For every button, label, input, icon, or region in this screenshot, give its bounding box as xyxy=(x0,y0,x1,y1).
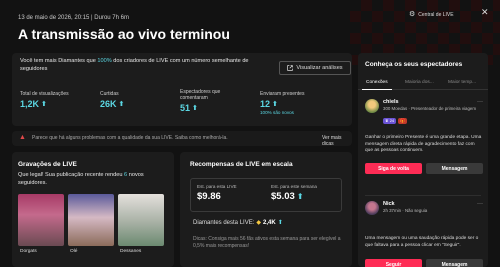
recording-caption: Olé xyxy=(70,249,78,254)
quality-notice: ▲ Parece que há alguns problemas com a q… xyxy=(12,131,352,147)
active-tab-indicator xyxy=(362,89,392,90)
live-summary-page: 13 de maio de 2026, 20:15 | Durou 7h 6m … xyxy=(0,0,500,267)
follow-back-button[interactable]: Siga de volta xyxy=(365,163,422,174)
recordings-description: Que legal! Sua publicação recente rendeu… xyxy=(18,172,144,186)
live-rewards-card: Recompensas de LIVE em escala Est. para … xyxy=(180,152,352,267)
tab-connections[interactable]: Conexões xyxy=(366,80,388,85)
viewer-subtitle: 300 Moedas · Presenteador de primeira vi… xyxy=(383,106,476,111)
external-link-icon xyxy=(287,65,294,71)
rewards-title: Recompensas de LIVE em escala xyxy=(190,161,293,168)
page-title: A transmissão ao vivo terminou xyxy=(18,26,230,42)
diamonds-label: Diamantes desta LIVE: xyxy=(193,219,255,226)
stat-likes: Curtidas 26K ⬆ xyxy=(100,91,125,109)
recording-thumbnail[interactable] xyxy=(18,194,64,246)
tab-longest[interactable]: Maior temp... xyxy=(448,80,476,85)
spectator-tabs: Conexões Maioria dos... Maior temp... xyxy=(358,78,488,90)
arrow-up-icon: ⬆ xyxy=(272,101,278,108)
gear-icon: ⚙ xyxy=(409,11,416,18)
recording-caption: Dorgats xyxy=(20,249,37,254)
close-icon[interactable]: ✕ xyxy=(481,8,489,17)
rewards-tip: Dicas: Consiga mais 56 fãs ativos esta s… xyxy=(193,236,341,249)
recording-thumbnail[interactable] xyxy=(68,194,114,246)
follow-button[interactable]: Seguir xyxy=(365,259,422,267)
avatar[interactable] xyxy=(365,201,379,215)
viewer-card: Nick 2h 37min · Não seguia ··· Uma mensa… xyxy=(365,201,483,267)
diamonds-row: Diamantes desta LIVE: ◆ 2,4K ⬆ xyxy=(193,219,283,227)
live-recordings-card: Gravações de LIVE Que legal! Sua publica… xyxy=(12,152,174,267)
stream-date: 13 de maio de 2026, 20:15 | Durou 7h 6m xyxy=(18,15,129,21)
estimate-live-value: $9.86 xyxy=(197,191,221,202)
recordings-title: Gravações de LIVE xyxy=(18,161,77,168)
viewer-card: chiels 300 Moedas · Presenteador de prim… xyxy=(365,99,483,189)
stat-commenters: Espectadores que comentaram 51 ⬆ xyxy=(180,89,221,113)
arrow-up-icon: ⬆ xyxy=(277,220,283,226)
viewer-suggestion: Ganhar o primeiro Presente é uma grande … xyxy=(365,135,482,153)
stat-total-views: Total de visualizações 1,2K ⬆ xyxy=(20,91,69,109)
diamonds-value: 2,4K xyxy=(263,219,276,226)
diamond-icon: ◆ xyxy=(256,220,261,226)
view-analytics-button[interactable]: Visualizar análises xyxy=(279,61,351,75)
stat-gifters: Enviaram presentes 12 ⬆ 100% são novos xyxy=(260,91,305,115)
viewer-subtitle: 2h 37min · Não seguia xyxy=(383,208,428,213)
arrow-up-icon: ⬆ xyxy=(192,105,198,112)
spectators-panel: Conheça os seus espectadores Conexões Ma… xyxy=(358,53,488,267)
level-badge: ♛ 24 xyxy=(383,118,397,124)
live-center-link[interactable]: ⚙ Central de LIVE xyxy=(409,11,454,18)
viewer-suggestion: Uma mensagem ou uma saudação rápida pode… xyxy=(365,236,479,248)
recording-caption: Dessanes xyxy=(120,249,142,254)
message-button[interactable]: Mensagem xyxy=(426,163,483,174)
analytics-summary: Você tem mais Diamantes que 100% dos cri… xyxy=(20,58,249,72)
arrow-up-icon: ⬆ xyxy=(296,192,304,201)
notice-message: Parece que há alguns problemas com a qua… xyxy=(32,135,228,141)
viewer-badges: ♛ 24 🎁 xyxy=(383,118,408,124)
spectators-title: Conheça os seus espectadores xyxy=(365,61,463,68)
more-options-icon[interactable]: ··· xyxy=(477,201,483,207)
recording-thumbnail[interactable] xyxy=(118,194,164,246)
rewards-estimates: Est. para esta LIVE $9.86 Est. para este… xyxy=(190,178,342,212)
gift-badge: 🎁 xyxy=(398,118,408,124)
estimate-week-value: $5.03 xyxy=(271,191,295,202)
warning-icon: ▲ xyxy=(19,134,26,141)
more-tips-link[interactable]: Ver mais dicas xyxy=(322,135,352,147)
arrow-up-icon: ⬆ xyxy=(118,101,125,108)
estimate-week-label: Est. para este semana xyxy=(271,184,317,189)
viewer-name[interactable]: Nick xyxy=(383,201,395,207)
viewer-name[interactable]: chiels xyxy=(383,99,399,105)
arrow-up-icon: ⬆ xyxy=(41,101,47,108)
divider xyxy=(365,195,481,196)
estimate-live-label: Est. para esta LIVE xyxy=(197,184,237,189)
more-options-icon[interactable]: ··· xyxy=(477,99,483,105)
message-button[interactable]: Mensagem xyxy=(426,259,483,267)
avatar[interactable] xyxy=(365,99,379,113)
analytics-card: Você tem mais Diamantes que 100% dos cri… xyxy=(12,53,352,126)
live-center-label: Central de LIVE xyxy=(418,11,454,18)
tab-most[interactable]: Maioria dos... xyxy=(405,80,434,85)
